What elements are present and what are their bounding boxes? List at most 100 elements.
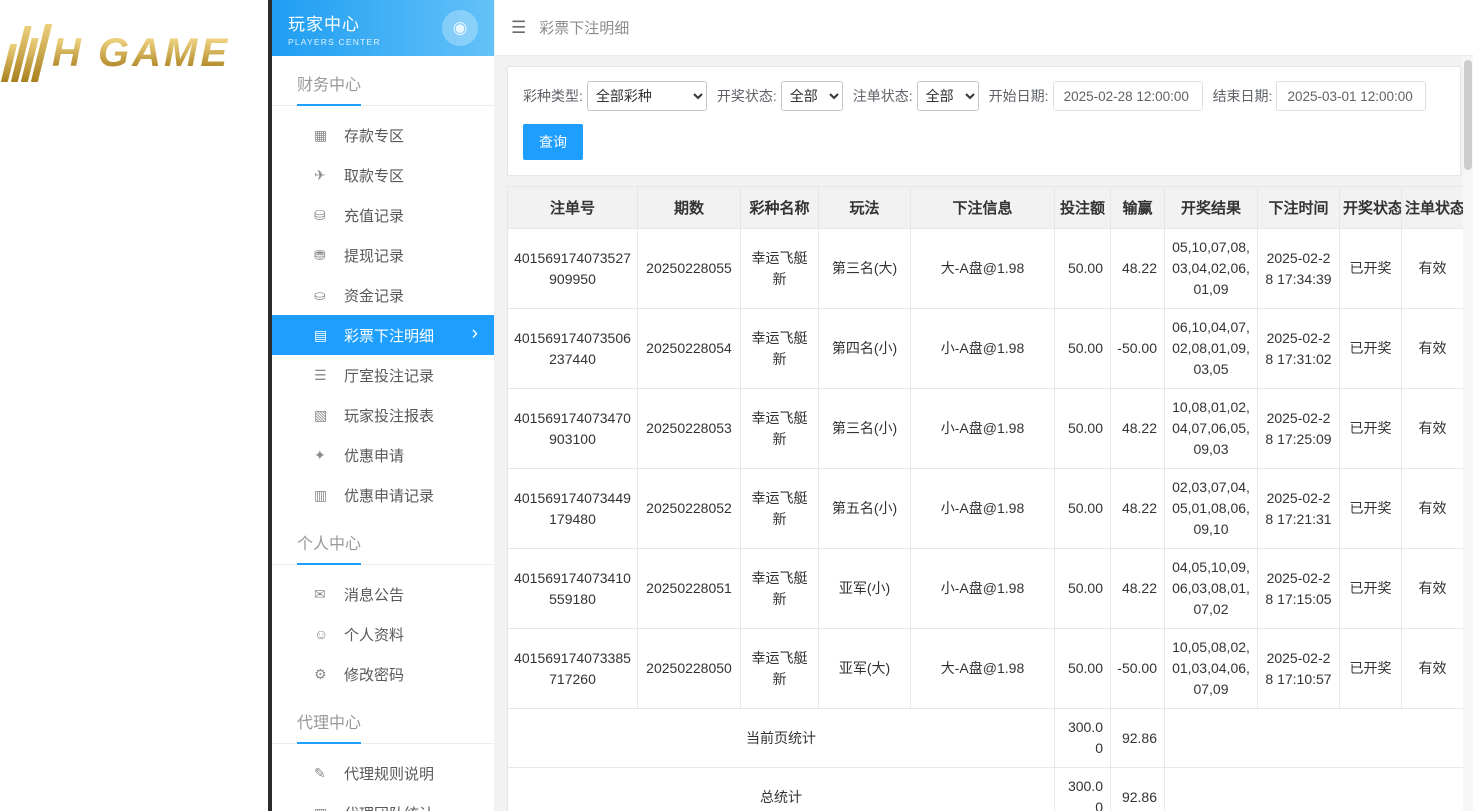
hamburger-icon[interactable]: ☰ <box>511 18 526 38</box>
table-cell: 20250228050 <box>637 628 741 709</box>
lottery-type-label: 彩种类型: <box>523 88 583 104</box>
table-cell: 48.22 <box>1110 548 1165 629</box>
sidebar-section-title-text: 代理中心 <box>297 709 362 744</box>
page-summary-bet: 300.00 <box>1054 708 1111 768</box>
sidebar-item-promo-apply-records[interactable]: ▥ 优惠申请记录 <box>272 475 494 515</box>
sidebar-item-lottery-bet-details[interactable]: ▤ 彩票下注明细 › <box>272 315 494 355</box>
sidebar-item-label: 彩票下注明细 <box>344 327 435 345</box>
sidebar-item-deposit-zone[interactable]: ▦ 存款专区 <box>272 115 494 155</box>
table-cell: 有效 <box>1401 388 1464 469</box>
table-cell: 已开奖 <box>1339 468 1402 549</box>
table-cell: 401569174073527909950 <box>507 228 638 309</box>
sidebar-item-profile[interactable]: ☺ 个人资料 <box>272 614 494 654</box>
table-cell: 20250228052 <box>637 468 741 549</box>
page-summary-winlose: 92.86 <box>1110 708 1165 768</box>
funds-record-icon: ⛀ <box>314 286 326 303</box>
draw-status-label: 开奖状态: <box>716 88 777 104</box>
sidebar-header: 玩家中心 PLAYERS CENTER ◉ <box>272 0 494 56</box>
topbar: ☰ 彩票下注明细 <box>495 0 1473 56</box>
game-controller-icon: ◉ <box>442 10 478 46</box>
table-cell: 48.22 <box>1110 468 1165 549</box>
sidebar-item-label: 代理团队统计 <box>344 803 434 811</box>
sidebar-item-label: 取款专区 <box>344 167 405 185</box>
table-cell: 已开奖 <box>1339 548 1402 629</box>
column-header: 玩法 <box>818 186 911 229</box>
table-cell: 幸运飞艇新 <box>740 388 819 469</box>
table-cell: 10,08,01,02,04,07,06,05,09,03 <box>1164 388 1258 469</box>
table-cell: 50.00 <box>1054 548 1111 629</box>
scrollbar[interactable] <box>1463 56 1473 811</box>
table-row: 401569174073470903100 20250228053 幸运飞艇新 第三名… <box>507 388 1464 469</box>
sidebar-item-funds-records[interactable]: ⛀ 资金记录 <box>272 275 494 315</box>
end-date-label: 结束日期: <box>1212 88 1273 104</box>
table-cell: 06,10,04,07,02,08,01,09,03,05 <box>1164 308 1258 389</box>
table-cell: 第三名(大) <box>818 228 911 309</box>
table-cell: 有效 <box>1401 308 1464 389</box>
filter-row: 彩种类型: 全部彩种 开奖状态: 全部 注单状态: 全部 开始日期: 结束日期: <box>523 81 1445 111</box>
table-cell: 48.22 <box>1110 228 1165 309</box>
sidebar-item-recharge-records[interactable]: ⛁ 充值记录 <box>272 195 494 235</box>
table-cell: 已开奖 <box>1339 388 1402 469</box>
order-status-select[interactable]: 全部 <box>916 81 979 111</box>
lottery-type-select[interactable]: 全部彩种 <box>586 81 707 111</box>
column-header: 彩种名称 <box>740 186 819 229</box>
sidebar-item-promo-apply[interactable]: ✦ 优惠申请 <box>272 435 494 475</box>
sidebar-item-label: 厅室投注记录 <box>344 367 435 385</box>
grand-total-label: 总统计 <box>507 767 1055 811</box>
sidebar-item-cashout-records[interactable]: ⛃ 提现记录 <box>272 235 494 275</box>
table-cell: 幸运飞艇新 <box>740 548 819 629</box>
table-cell: 401569174073449179480 <box>507 468 638 549</box>
table-cell: 20250228053 <box>637 388 741 469</box>
grand-total-bet: 300.00 <box>1054 767 1111 811</box>
table-cell: 幸运飞艇新 <box>740 228 819 309</box>
hall-record-icon: ☰ <box>314 366 327 383</box>
sidebar-header-titles: 玩家中心 PLAYERS CENTER <box>288 10 442 47</box>
end-date-input[interactable] <box>1276 81 1427 111</box>
table-cell: 50.00 <box>1054 468 1111 549</box>
sidebar-item-label: 充值记录 <box>344 207 405 225</box>
table-cell: 20250228051 <box>637 548 741 629</box>
scrollbar-thumb[interactable] <box>1464 60 1472 170</box>
main-area: ☰ 彩票下注明细 彩种类型: 全部彩种 开奖状态: 全部 注单状态: 全部 开始… <box>495 0 1473 811</box>
sidebar-item-player-bet-report[interactable]: ▧ 玩家投注报表 <box>272 395 494 435</box>
team-stats-icon: ▦ <box>314 805 344 811</box>
filter-panel: 彩种类型: 全部彩种 开奖状态: 全部 注单状态: 全部 开始日期: 结束日期: <box>507 66 1461 176</box>
table-cell: 有效 <box>1401 628 1464 709</box>
column-header: 注单号 <box>507 186 638 229</box>
sidebar-item-messages[interactable]: ✉ 消息公告 <box>272 574 494 614</box>
column-header: 下注时间 <box>1257 186 1340 229</box>
table-cell: -50.00 <box>1110 628 1165 709</box>
table-cell: 亚军(小) <box>818 548 911 629</box>
recharge-record-icon: ⛁ <box>314 206 326 223</box>
bets-table: 注单号 期数 彩种名称 玩法 下注信息 投注额 输赢 开奖结果 下注时间 开奖状态 注单状态 401… <box>507 186 1464 811</box>
table-cell: 50.00 <box>1054 628 1111 709</box>
table-cell: 已开奖 <box>1339 308 1402 389</box>
players-center-subtitle: PLAYERS CENTER <box>288 36 381 47</box>
deposit-icon: ▦ <box>314 126 328 143</box>
start-date-label: 开始日期: <box>988 88 1049 104</box>
document-icon: ✎ <box>314 764 326 781</box>
sidebar-item-change-password[interactable]: ⚙ 修改密码 <box>272 654 494 694</box>
sidebar-item-agent-rules[interactable]: ✎ 代理规则说明 <box>272 753 494 793</box>
table-cell: 有效 <box>1401 468 1464 549</box>
sidebar-item-label: 优惠申请 <box>344 447 405 465</box>
start-date-input[interactable] <box>1052 81 1203 111</box>
table-cell: 401569174073410559180 <box>507 548 638 629</box>
sidebar-item-label: 提现记录 <box>344 247 405 265</box>
draw-status-select[interactable]: 全部 <box>780 81 843 111</box>
table-cell: 幸运飞艇新 <box>740 308 819 389</box>
search-button[interactable]: 查询 <box>523 124 583 160</box>
table-cell: 2025-02-28 17:25:09 <box>1257 388 1340 469</box>
grand-total-row: 总统计 300.00 92.86 <box>507 767 1464 811</box>
sidebar-item-label: 代理规则说明 <box>344 765 435 783</box>
sidebar-item-agent-team-stats[interactable]: ▦代理团队统计 <box>272 793 494 811</box>
bell-icon: ✉ <box>314 585 326 602</box>
logo-emblem-icon <box>0 24 53 82</box>
sidebar-item-label: 消息公告 <box>344 586 405 604</box>
sidebar-section-title-text: 个人中心 <box>297 530 362 565</box>
column-header: 开奖结果 <box>1164 186 1258 229</box>
sidebar-item-hall-bet-records[interactable]: ☰ 厅室投注记录 <box>272 355 494 395</box>
table-row: 401569174073506237440 20250228054 幸运飞艇新 第四名… <box>507 308 1464 389</box>
sidebar-item-withdraw-zone[interactable]: ✈ 取款专区 <box>272 155 494 195</box>
logo-text: H GAME <box>52 30 230 75</box>
